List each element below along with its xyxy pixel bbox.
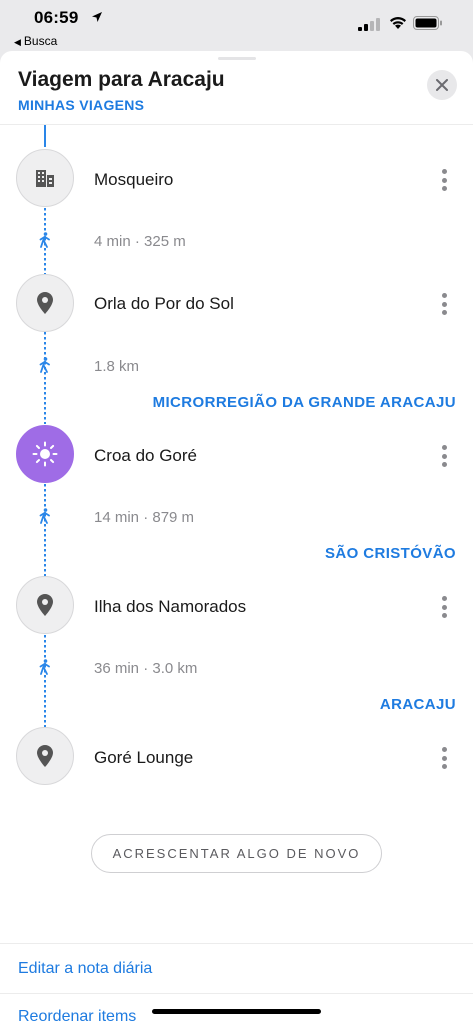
my-trips-link[interactable]: MINHAS VIAGENS (18, 97, 144, 113)
timeline-dotted-line (44, 635, 46, 727)
timeline-line (44, 125, 46, 147)
walk-icon (39, 508, 50, 524)
walk-icon (39, 232, 50, 248)
stop-name[interactable]: Croa do Goré (94, 446, 197, 466)
stop-icon-orla[interactable] (16, 274, 74, 332)
location-arrow-icon (92, 12, 102, 22)
travel-info: 4 min · 325 m (94, 233, 186, 250)
stop-more-button[interactable] (436, 167, 452, 193)
reorder-items-link[interactable]: Reordenar items (18, 1008, 136, 1023)
stop-name[interactable]: Goré Lounge (94, 748, 193, 768)
close-icon (436, 79, 448, 91)
building-icon (36, 170, 54, 187)
divider (0, 993, 473, 994)
divider (0, 943, 473, 944)
timeline-dotted-line (44, 332, 46, 424)
battery-icon (413, 16, 442, 30)
back-to-busca[interactable]: ◀ Busca (14, 34, 57, 48)
stop-icon-gore-lounge[interactable] (16, 727, 74, 785)
sun-icon (32, 441, 58, 467)
stop-name[interactable]: Orla do Por do Sol (94, 294, 234, 314)
stop-name[interactable]: Mosqueiro (94, 170, 173, 190)
edit-daily-note-link[interactable]: Editar a nota diária (18, 960, 152, 978)
walk-icon (39, 659, 50, 675)
region-label[interactable]: MICRORREGIÃO DA GRANDE ARACAJU (153, 394, 456, 411)
header-divider (0, 124, 473, 125)
region-label[interactable]: ARACAJU (380, 696, 456, 713)
home-indicator (152, 1009, 321, 1014)
pin-icon (37, 292, 53, 314)
close-button[interactable] (427, 70, 457, 100)
trip-sheet: Viagem para Aracaju MINHAS VIAGENS Mosqu… (0, 51, 473, 1023)
stop-name[interactable]: Ilha dos Namorados (94, 597, 246, 617)
travel-info: 1.8 km (94, 358, 140, 375)
status-bar: 06:59 ◀ Busca (0, 0, 473, 50)
stop-icon-ilha[interactable] (16, 576, 74, 634)
timeline-dotted-line (44, 484, 46, 576)
pin-icon (37, 594, 53, 616)
wifi-icon (390, 17, 406, 29)
region-label[interactable]: SÃO CRISTÓVÃO (325, 545, 456, 562)
travel-info: 14 min · 879 m (94, 509, 195, 526)
walk-icon (39, 357, 50, 373)
travel-info: 36 min · 3.0 km (94, 660, 198, 677)
stop-more-button[interactable] (436, 443, 452, 469)
page-title: Viagem para Aracaju (18, 68, 225, 91)
cellular-signal-icon (358, 18, 380, 31)
stop-icon-mosqueiro[interactable] (16, 149, 74, 207)
pin-icon (37, 745, 53, 767)
add-something-new-button[interactable]: ACRESCENTAR ALGO DE NOVO (91, 834, 382, 873)
stop-more-button[interactable] (436, 291, 452, 317)
back-triangle-icon: ◀ (14, 37, 21, 47)
stop-more-button[interactable] (436, 594, 452, 620)
status-time: 06:59 (34, 8, 79, 27)
sheet-grabber[interactable] (218, 57, 256, 60)
stop-more-button[interactable] (436, 745, 452, 771)
back-label: Busca (23, 34, 58, 48)
stop-icon-croa-do-gore[interactable] (16, 425, 74, 483)
